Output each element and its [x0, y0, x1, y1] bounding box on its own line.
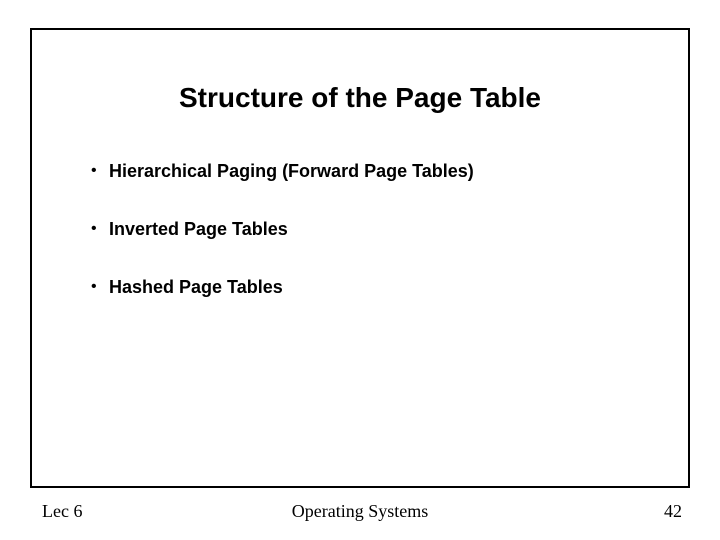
list-item: • Inverted Page Tables	[87, 218, 687, 240]
bullet-icon: •	[87, 276, 109, 298]
slide-title: Structure of the Page Table	[32, 82, 688, 114]
list-item: • Hashed Page Tables	[87, 276, 687, 298]
slide-frame: Structure of the Page Table • Hierarchic…	[30, 28, 690, 488]
bullet-list: • Hierarchical Paging (Forward Page Tabl…	[87, 160, 687, 334]
bullet-text: Inverted Page Tables	[109, 218, 288, 240]
bullet-text: Hierarchical Paging (Forward Page Tables…	[109, 160, 474, 182]
footer-course-name: Operating Systems	[0, 501, 720, 522]
bullet-icon: •	[87, 218, 109, 240]
slide: Structure of the Page Table • Hierarchic…	[0, 0, 720, 540]
footer-page-number: 42	[664, 501, 682, 522]
bullet-icon: •	[87, 160, 109, 182]
list-item: • Hierarchical Paging (Forward Page Tabl…	[87, 160, 687, 182]
bullet-text: Hashed Page Tables	[109, 276, 283, 298]
